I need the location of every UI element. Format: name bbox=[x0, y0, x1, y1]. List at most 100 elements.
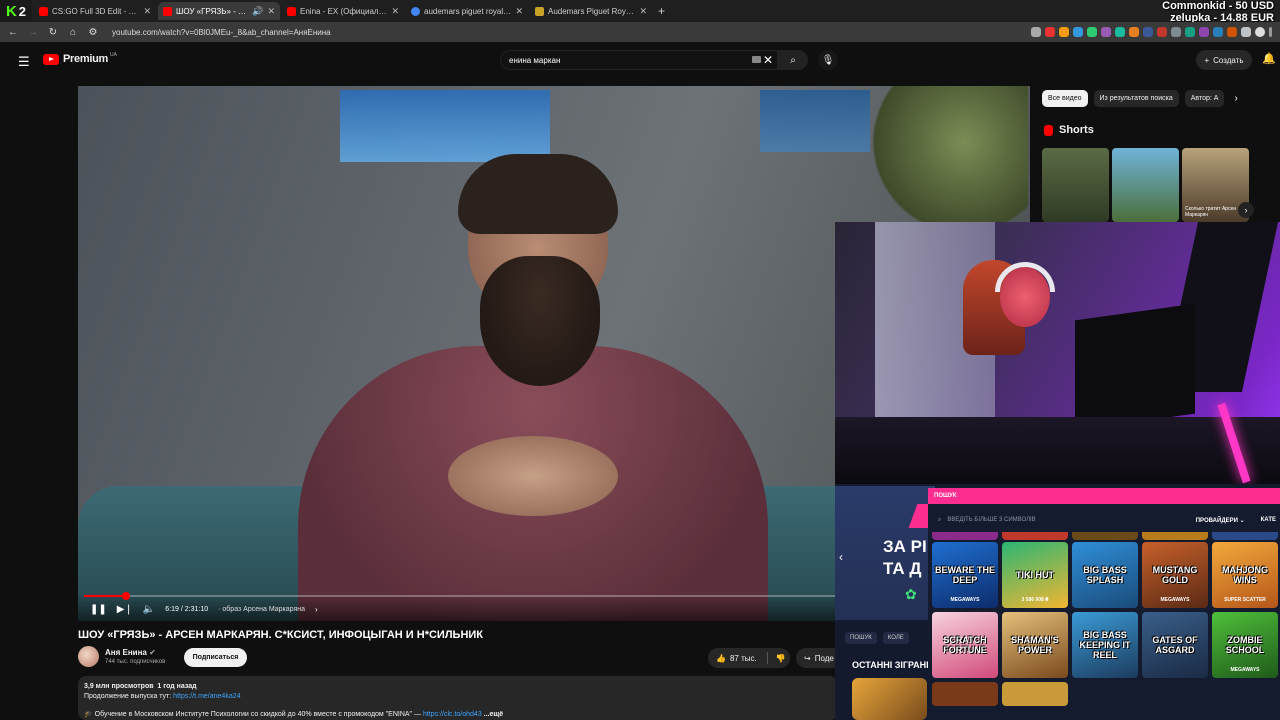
description-box[interactable]: 3,9 млн просмотров 1 год назад Продолжен… bbox=[78, 676, 838, 720]
voice-search-button[interactable]: 🎙 bbox=[818, 50, 838, 70]
extension-icon[interactable] bbox=[1157, 27, 1167, 37]
game-thumbnail[interactable] bbox=[852, 678, 927, 720]
extension-icon[interactable] bbox=[1241, 27, 1251, 37]
browser-tab[interactable]: CS:GO Full 3D Edit - You Made✕ bbox=[34, 2, 156, 20]
providers-dropdown[interactable]: ПРОВАЙДЕРИ ⌄ bbox=[1196, 517, 1245, 524]
url-field[interactable]: youtube.com/watch?v=0Bl0JMEu-_8&ab_chann… bbox=[112, 28, 331, 37]
thumbs-up-icon[interactable]: 👍 bbox=[716, 654, 726, 663]
video-background bbox=[760, 90, 870, 152]
extension-icon[interactable] bbox=[1185, 27, 1195, 37]
new-tab-button[interactable]: + bbox=[658, 4, 665, 18]
game-tile-partial[interactable] bbox=[1072, 532, 1138, 540]
menu-icon[interactable]: ☰ bbox=[18, 54, 30, 70]
game-tile-partial[interactable] bbox=[1142, 532, 1208, 540]
bell-icon[interactable]: 🔔 bbox=[1262, 52, 1276, 65]
short-thumbnail[interactable] bbox=[1042, 148, 1109, 222]
chevron-left-icon[interactable]: ‹ bbox=[839, 550, 843, 564]
avatar[interactable] bbox=[78, 646, 99, 667]
keyboard-icon[interactable] bbox=[752, 56, 761, 63]
game-tile[interactable]: BIG BASS SPLASH bbox=[1072, 542, 1138, 608]
site-favicon-icon bbox=[535, 6, 544, 16]
extension-icon[interactable] bbox=[1073, 27, 1083, 37]
extension-icon[interactable] bbox=[1115, 27, 1125, 37]
close-icon[interactable]: ✕ bbox=[143, 6, 151, 17]
game-tile[interactable]: MUSTANG GOLD MEGAWAYS bbox=[1142, 542, 1208, 608]
modal-title: ПОШУК bbox=[928, 488, 1280, 504]
forward-icon[interactable]: → bbox=[28, 27, 38, 38]
browser-tab[interactable]: Audemars Piguet Royal Oak 15✕ bbox=[530, 2, 652, 20]
game-tile-partial[interactable] bbox=[1002, 532, 1068, 540]
description-link[interactable]: https://t.me/ane4ka24 bbox=[173, 693, 240, 700]
game-tile-partial[interactable] bbox=[1002, 682, 1068, 706]
game-tile[interactable]: TIKI HUT 3 586 908 ₴ bbox=[1002, 542, 1068, 608]
extension-icon[interactable] bbox=[1059, 27, 1069, 37]
close-icon[interactable]: ✕ bbox=[391, 6, 399, 17]
site-info-icon[interactable]: ⚙ bbox=[88, 27, 98, 38]
extension-icon[interactable] bbox=[1087, 27, 1097, 37]
close-icon[interactable]: ✕ bbox=[639, 6, 647, 17]
extension-icon[interactable] bbox=[1199, 27, 1209, 37]
extension-icon[interactable] bbox=[1143, 27, 1153, 37]
chapter-title[interactable]: · образ Арсена Маркаряна bbox=[218, 606, 305, 613]
thumbs-down-icon[interactable]: 👎 bbox=[776, 654, 786, 663]
game-tile[interactable]: BEWARE THE DEEP MEGAWAYS bbox=[932, 542, 998, 608]
home-icon[interactable]: ⌂ bbox=[68, 27, 78, 38]
youtube-logo[interactable]: Premium UA bbox=[43, 52, 117, 65]
game-tile[interactable]: ZOMBIE SCHOOL MEGAWAYS bbox=[1212, 612, 1278, 678]
close-icon[interactable]: ✕ bbox=[515, 6, 523, 17]
extensions-toolbar bbox=[1031, 27, 1272, 37]
chevron-right-icon[interactable]: › bbox=[1238, 202, 1254, 218]
extension-icon[interactable] bbox=[1031, 27, 1041, 37]
create-button[interactable]: + Создать bbox=[1196, 50, 1252, 70]
extension-icon[interactable] bbox=[1045, 27, 1055, 37]
like-count[interactable]: 87 тыс. bbox=[730, 654, 757, 663]
search-button[interactable]: ⌕ bbox=[778, 50, 808, 70]
extension-icon[interactable] bbox=[1213, 27, 1223, 37]
show-more-button[interactable]: ...ещё bbox=[484, 711, 504, 718]
chevron-right-icon[interactable]: › bbox=[315, 605, 318, 614]
game-tile-partial[interactable] bbox=[932, 532, 998, 540]
categories-dropdown[interactable]: КАТЕ bbox=[1261, 517, 1276, 523]
share-icon: ↪ bbox=[804, 653, 811, 663]
tab-search[interactable]: ПОШУК bbox=[845, 632, 877, 644]
game-tile[interactable]: SCRATCH FORTUNE bbox=[932, 612, 998, 678]
casino-banner[interactable]: ЗА РІ ТА Д ‹ ✿ bbox=[835, 486, 935, 620]
extension-icon[interactable] bbox=[1171, 27, 1181, 37]
reload-icon[interactable]: ↻ bbox=[48, 27, 58, 38]
channel-name[interactable]: Аня Енина ✔ bbox=[105, 648, 156, 657]
youtube-play-icon bbox=[43, 53, 59, 65]
profile-icon[interactable] bbox=[1255, 27, 1265, 37]
browser-tab-active[interactable]: ШОУ «ГРЯЗЬ» - АРСЕН МАРКАРЯН🔊✕ bbox=[158, 2, 280, 20]
close-icon[interactable]: ✕ bbox=[763, 53, 773, 67]
menu-icon[interactable] bbox=[1269, 27, 1272, 37]
extension-icon[interactable] bbox=[1101, 27, 1111, 37]
game-tile[interactable]: BIG BASS KEEPING IT REEL bbox=[1072, 612, 1138, 678]
browser-tab[interactable]: Enina - EX (Официальная пре...✕ bbox=[282, 2, 404, 20]
game-tile-partial[interactable] bbox=[932, 682, 998, 706]
subscribe-button[interactable]: Подписаться bbox=[184, 648, 247, 667]
game-tile-partial[interactable] bbox=[1212, 532, 1278, 540]
verified-icon: ✔ bbox=[149, 648, 156, 657]
back-icon[interactable]: ← bbox=[8, 27, 18, 38]
chip-all-videos[interactable]: Все видео bbox=[1042, 90, 1088, 107]
game-tile[interactable]: MAHJONG WINS SUPER SCATTER bbox=[1212, 542, 1278, 608]
pause-icon[interactable]: ❚❚ bbox=[90, 604, 107, 615]
close-icon[interactable]: ✕ bbox=[267, 6, 275, 17]
game-tile[interactable]: SHAMAN'S POWER bbox=[1002, 612, 1068, 678]
game-tile[interactable]: GATES OF ASGARD bbox=[1142, 612, 1208, 678]
browser-tab[interactable]: audemars piguet royal oak gold✕ bbox=[406, 2, 528, 20]
filter-chips: Все видео Из результатов поиска Автор: А… bbox=[1042, 90, 1238, 107]
chip-author[interactable]: Автор: А bbox=[1184, 90, 1225, 107]
tab-collections[interactable]: КОЛЕ bbox=[882, 632, 909, 644]
chevron-right-icon[interactable]: › bbox=[1234, 93, 1237, 104]
short-thumbnail[interactable] bbox=[1112, 148, 1179, 222]
volume-icon[interactable]: 🔈 bbox=[143, 604, 155, 615]
extension-icon[interactable] bbox=[1227, 27, 1237, 37]
extension-icon[interactable] bbox=[1129, 27, 1139, 37]
description-link[interactable]: https://clc.to/ohd43 bbox=[423, 711, 482, 718]
casino-tabs: ПОШУК КОЛЕ bbox=[845, 632, 909, 644]
next-icon[interactable]: ▶❘ bbox=[117, 604, 133, 615]
chip-from-search[interactable]: Из результатов поиска bbox=[1093, 90, 1179, 107]
search-input[interactable]: енина маркан ✕ bbox=[500, 50, 778, 70]
game-search-input[interactable]: ⌕ ВВЕДІТЬ БІЛЬШЕ 3 СИМВОЛІВ ПРОВАЙДЕРИ ⌄… bbox=[932, 510, 1276, 530]
